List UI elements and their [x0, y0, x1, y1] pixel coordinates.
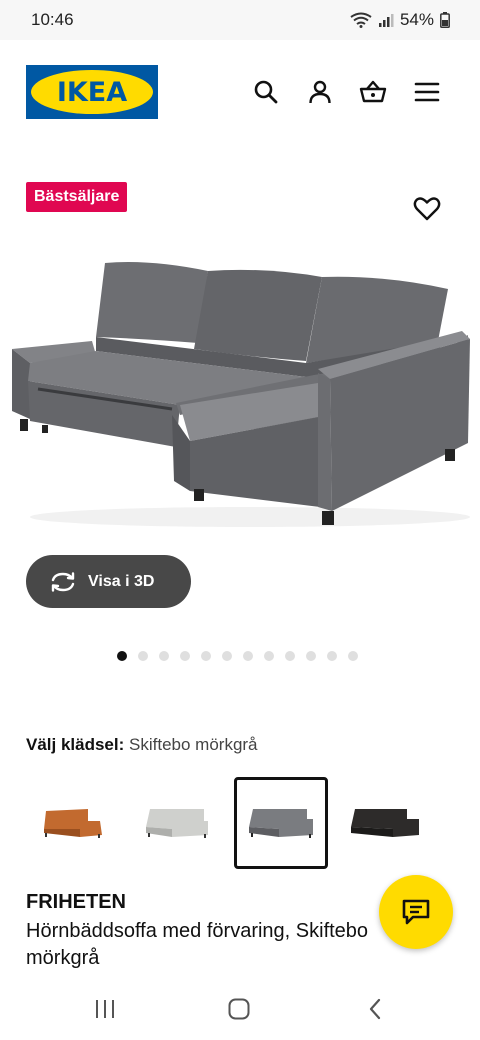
view-3d-label: Visa i 3D	[88, 572, 155, 590]
product-image[interactable]	[0, 245, 480, 545]
product-description: Hörnbäddsoffa med förvaring, Skiftebo mö…	[26, 920, 369, 969]
carousel-dot[interactable]	[285, 651, 295, 661]
swatch-orange[interactable]	[26, 777, 120, 869]
carousel-dot[interactable]	[159, 651, 169, 661]
carousel-dot[interactable]	[117, 651, 127, 661]
carousel-dot[interactable]	[306, 651, 316, 661]
system-nav-bar	[0, 980, 480, 1040]
carousel-dot[interactable]	[327, 651, 337, 661]
rotate-3d-icon	[51, 571, 75, 592]
carousel-indicator[interactable]	[117, 651, 358, 661]
back-icon[interactable]	[360, 994, 390, 1024]
fabric-label: Välj klädsel:	[26, 735, 125, 754]
status-icons: 54%	[350, 10, 450, 30]
search-icon[interactable]	[252, 78, 280, 106]
view-3d-button[interactable]: Visa i 3D	[26, 555, 191, 608]
fabric-swatches	[26, 777, 442, 869]
swatch-black[interactable]	[338, 777, 432, 869]
carousel-dot[interactable]	[222, 651, 232, 661]
carousel-dot[interactable]	[348, 651, 358, 661]
basket-icon[interactable]	[359, 78, 387, 106]
heart-icon[interactable]	[412, 194, 442, 224]
home-icon[interactable]	[224, 994, 254, 1024]
recent-apps-icon[interactable]	[90, 994, 120, 1024]
chat-button[interactable]	[379, 875, 453, 949]
app-header: IKEA	[0, 40, 480, 152]
wifi-icon	[350, 12, 372, 28]
status-time: 10:46	[31, 10, 74, 29]
fabric-value: Skiftebo mörkgrå	[129, 735, 258, 754]
carousel-dot[interactable]	[243, 651, 253, 661]
menu-icon[interactable]	[413, 78, 441, 106]
chat-icon	[402, 899, 430, 925]
signal-icon	[378, 14, 394, 27]
carousel-dot[interactable]	[138, 651, 148, 661]
product-name: FRIHETEN	[26, 891, 126, 913]
ikea-logo[interactable]: IKEA	[26, 65, 158, 119]
swatch-dark-grey[interactable]	[234, 777, 328, 869]
status-bar: 10:46 54%	[0, 0, 480, 40]
account-icon[interactable]	[306, 78, 334, 106]
fabric-selection: Välj klädsel: Skiftebo mörkgrå	[26, 735, 258, 755]
bestseller-badge: Bästsäljare	[26, 182, 128, 212]
logo-text: IKEA	[56, 76, 128, 108]
swatch-light-grey[interactable]	[130, 777, 224, 869]
carousel-dot[interactable]	[264, 651, 274, 661]
carousel-dot[interactable]	[201, 651, 211, 661]
battery-icon	[440, 12, 450, 28]
battery-percent: 54%	[399, 10, 434, 29]
carousel-dot[interactable]	[180, 651, 190, 661]
